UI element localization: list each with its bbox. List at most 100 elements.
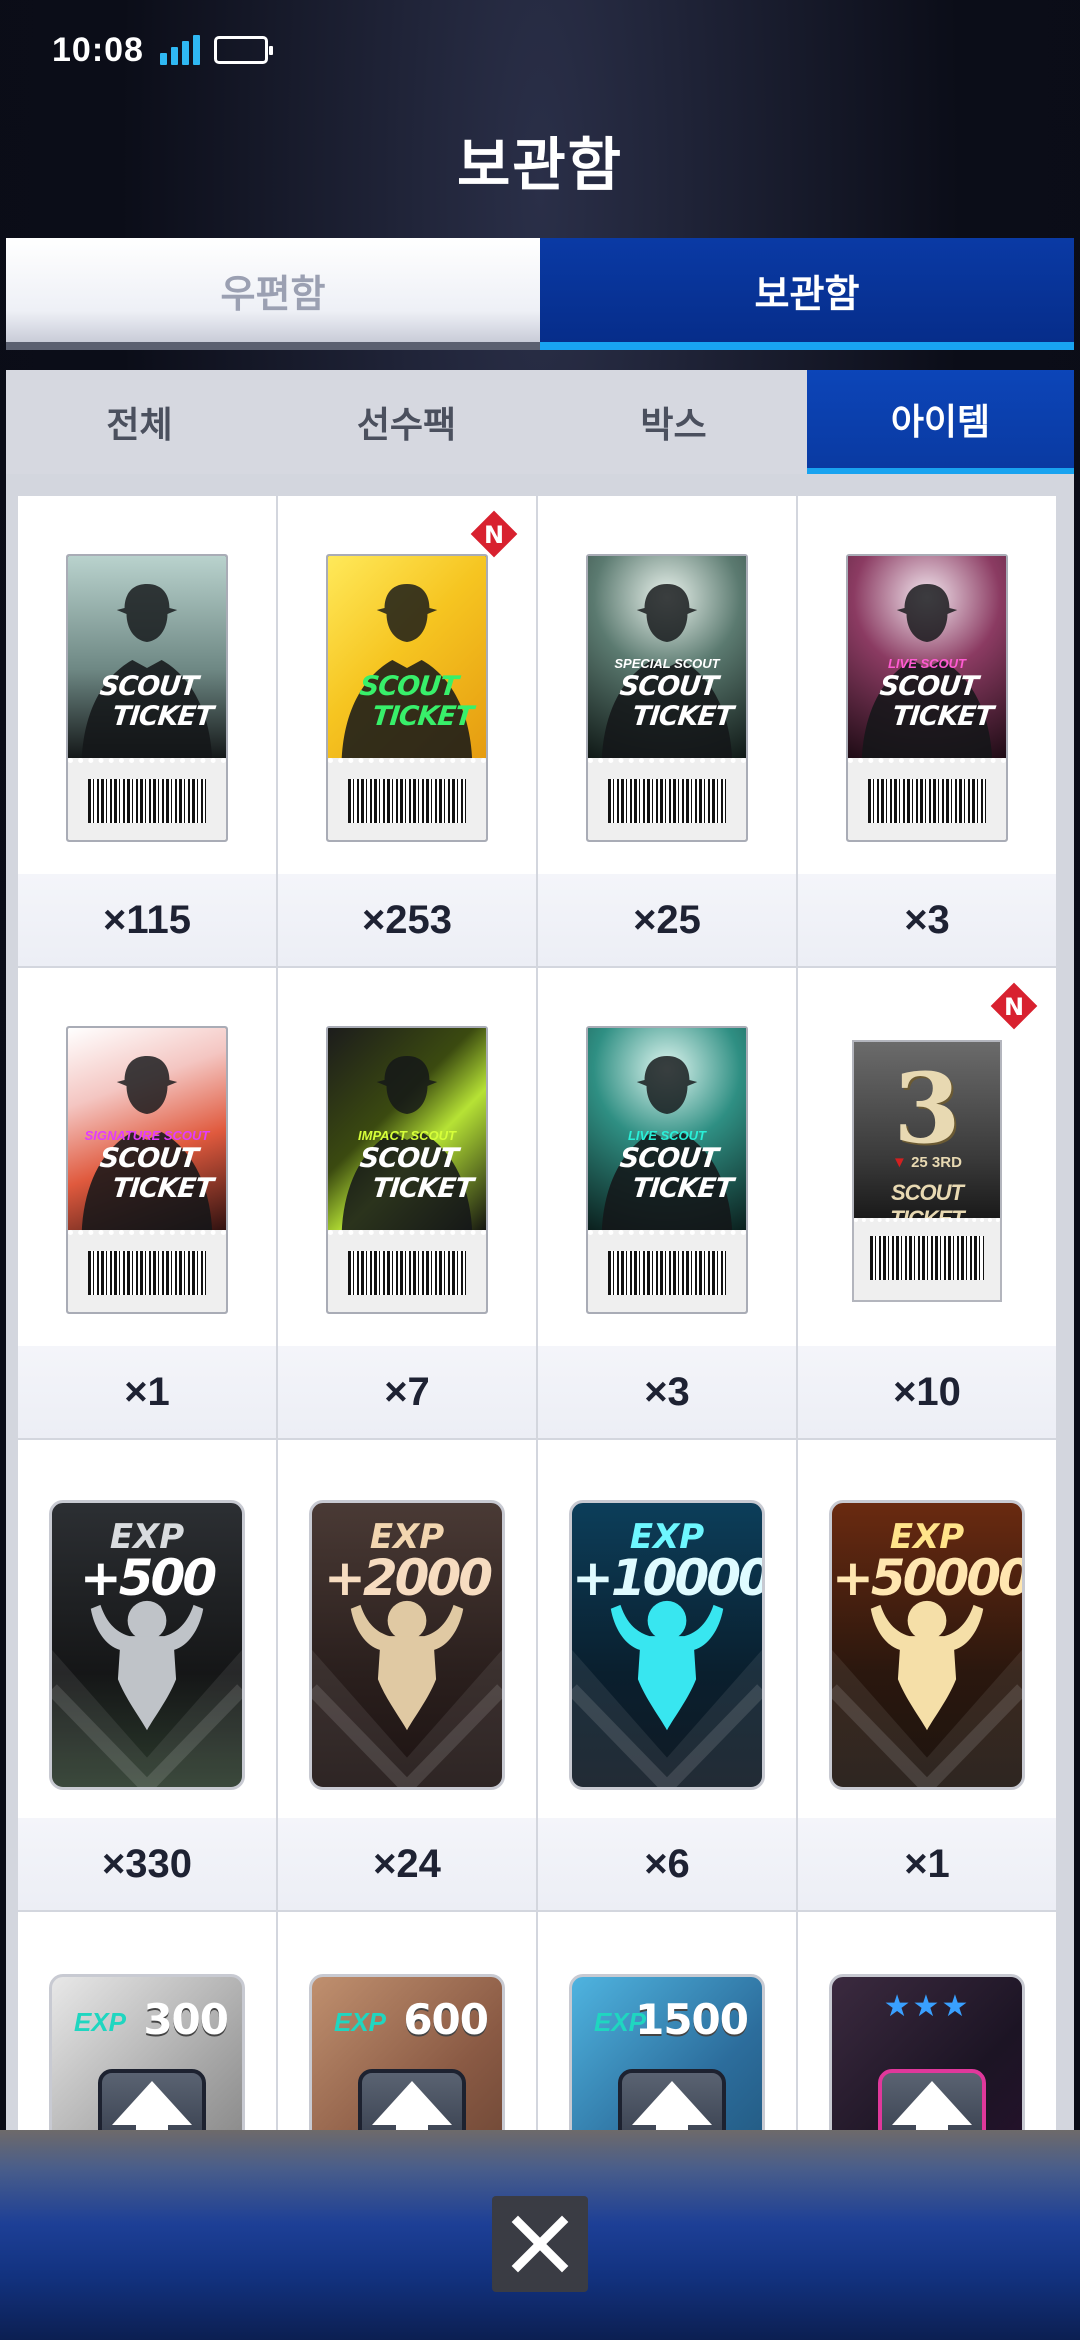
item-slot[interactable]: SPECIAL SCOUT SCOUT TICKET ×25: [538, 496, 796, 966]
tab-box[interactable]: 박스: [540, 370, 807, 474]
item-count: ×3: [538, 1346, 796, 1438]
exp-card-icon: EXP +10000: [569, 1500, 765, 1790]
item-count: ×1: [798, 1818, 1056, 1910]
exp-card-icon: EXP +2000: [309, 1500, 505, 1790]
item-image: EXP +10000: [538, 1440, 796, 1818]
item-image: LIVE SCOUT SCOUT TICKET: [798, 496, 1056, 874]
item-count: ×1: [18, 1346, 276, 1438]
scout-ticket-icon: SCOUT TICKET: [66, 554, 228, 842]
ticket-title: SCOUT TICKET: [358, 1143, 475, 1204]
barcode-icon: [88, 1251, 206, 1295]
barcode-icon: [870, 1236, 984, 1280]
status-bar: 10:08: [0, 0, 1080, 100]
item-image: SCOUT TICKET: [18, 496, 276, 874]
tab-mailbox[interactable]: 우편함: [6, 238, 540, 350]
item-slot[interactable]: IMPACT SCOUT SCOUT TICKET ×7: [278, 968, 536, 1438]
level-up-card-icon: ★★★: [829, 1974, 1025, 2130]
ticket-subtitle: LIVE SCOUT: [627, 1128, 706, 1143]
item-slot[interactable]: SIGNATURE SCOUT SCOUT TICKET ×1: [18, 968, 276, 1438]
page-title: 보관함: [456, 133, 624, 198]
item-count: ×115: [18, 874, 276, 966]
tab-player-pack[interactable]: 선수팩: [273, 370, 540, 474]
barcode-icon: [608, 1251, 726, 1295]
status-time: 10:08: [52, 30, 144, 69]
arrow-up-icon: [372, 2081, 452, 2130]
item-count: ×7: [278, 1346, 536, 1438]
item-slot[interactable]: LIVE SCOUT SCOUT TICKET ×3: [798, 496, 1056, 966]
item-count: ×10: [798, 1346, 1056, 1438]
item-slot[interactable]: EXP +500 ×330: [18, 1440, 276, 1910]
item-slot[interactable]: SCOUT TICKET ×115: [18, 496, 276, 966]
barcode-icon: [348, 1251, 466, 1295]
level-up-card-icon: EXP 300: [49, 1974, 245, 2130]
item-slot[interactable]: EXP 300: [18, 1912, 276, 2130]
item-image: ★★★: [798, 1912, 1056, 2130]
item-image: EXP 300: [18, 1912, 276, 2130]
arrow-up-icon: [112, 2081, 192, 2130]
item-slot[interactable]: EXP 600: [278, 1912, 536, 2130]
item-image: SIGNATURE SCOUT SCOUT TICKET: [18, 968, 276, 1346]
level-up-card-icon: EXP 600: [309, 1974, 505, 2130]
item-slot[interactable]: SCOUT TICKET ×253 N: [278, 496, 536, 966]
item-slot[interactable]: ★★★: [798, 1912, 1056, 2130]
item-image: IMPACT SCOUT SCOUT TICKET: [278, 968, 536, 1346]
ticket-subtitle: IMPACT SCOUT: [358, 1128, 456, 1143]
ticket-title: SCOUT TICKET: [618, 671, 735, 732]
svg-text:N: N: [484, 521, 504, 549]
tab-all[interactable]: 전체: [6, 370, 273, 474]
item-slot[interactable]: EXP +10000 ×6: [538, 1440, 796, 1910]
signal-icon: [159, 35, 200, 65]
ticket-title: SCOUT TICKET: [98, 1143, 215, 1204]
item-slot[interactable]: EXP +2000 ×24: [278, 1440, 536, 1910]
tab-item[interactable]: 아이템: [807, 370, 1074, 474]
battery-icon: [213, 36, 273, 64]
item-slot[interactable]: 3 ▼ 25 3RD SCOUT TICKET ×10 N: [798, 968, 1056, 1438]
exp-card-icon: EXP +500: [49, 1500, 245, 1790]
item-image: EXP +50000: [798, 1440, 1056, 1818]
scout-ticket-icon: SPECIAL SCOUT SCOUT TICKET: [586, 554, 748, 842]
category-tab-bar: 전체 선수팩 박스 아이템: [6, 370, 1074, 474]
close-button[interactable]: [492, 2196, 588, 2292]
new-badge-icon: N: [466, 506, 522, 562]
item-slot[interactable]: EXP +50000 ×1: [798, 1440, 1056, 1910]
item-slot[interactable]: EXP 1500: [538, 1912, 796, 2130]
item-image: EXP 600: [278, 1912, 536, 2130]
item-image: EXP +2000: [278, 1440, 536, 1818]
scout-ticket-icon: LIVE SCOUT SCOUT TICKET: [586, 1026, 748, 1314]
item-count: ×330: [18, 1818, 276, 1910]
exp-card-icon: EXP +50000: [829, 1500, 1025, 1790]
item-count: ×3: [798, 874, 1056, 966]
ticket-title: SCOUT TICKET: [618, 1143, 735, 1204]
item-count: ×253: [278, 874, 536, 966]
top-tab-bar: 우편함 보관함: [6, 238, 1074, 350]
barcode-icon: [608, 779, 726, 823]
barcode-icon: [88, 779, 206, 823]
ticket-subtitle: SIGNATURE SCOUT: [84, 1128, 210, 1143]
ticket-subtitle: SPECIAL SCOUT: [614, 656, 720, 671]
scout-ticket-icon: LIVE SCOUT SCOUT TICKET: [846, 554, 1008, 842]
level-up-card-icon: EXP 1500: [569, 1974, 765, 2130]
barcode-icon: [348, 779, 466, 823]
scout-ticket-icon: SIGNATURE SCOUT SCOUT TICKET: [66, 1026, 228, 1314]
svg-text:N: N: [1004, 993, 1024, 1021]
new-badge-icon: N: [986, 978, 1042, 1034]
item-grid-panel: SCOUT TICKET ×115 SCOUT TICKET ×253 N SPEC…: [6, 474, 1074, 2130]
item-count: ×6: [538, 1818, 796, 1910]
ticket-subtitle: LIVE SCOUT: [887, 656, 966, 671]
item-image: SPECIAL SCOUT SCOUT TICKET: [538, 496, 796, 874]
scout-ticket-icon: SCOUT TICKET: [326, 554, 488, 842]
item-image: EXP 1500: [538, 1912, 796, 2130]
ticket-title: SCOUT TICKET: [98, 671, 215, 732]
close-icon: [511, 2215, 569, 2273]
item-slot[interactable]: LIVE SCOUT SCOUT TICKET ×3: [538, 968, 796, 1438]
ticket-title: SCOUT TICKET: [878, 671, 995, 732]
anniversary-ticket-icon: 3 ▼ 25 3RD SCOUT TICKET: [852, 1040, 1002, 1302]
scout-ticket-icon: IMPACT SCOUT SCOUT TICKET: [326, 1026, 488, 1314]
item-image: EXP +500: [18, 1440, 276, 1818]
item-count: ×24: [278, 1818, 536, 1910]
item-grid: SCOUT TICKET ×115 SCOUT TICKET ×253 N SPEC…: [18, 496, 1060, 2130]
arrow-up-icon: [892, 2081, 972, 2130]
barcode-icon: [868, 779, 986, 823]
arrow-up-icon: [632, 2081, 712, 2130]
tab-storage[interactable]: 보관함: [540, 238, 1074, 350]
